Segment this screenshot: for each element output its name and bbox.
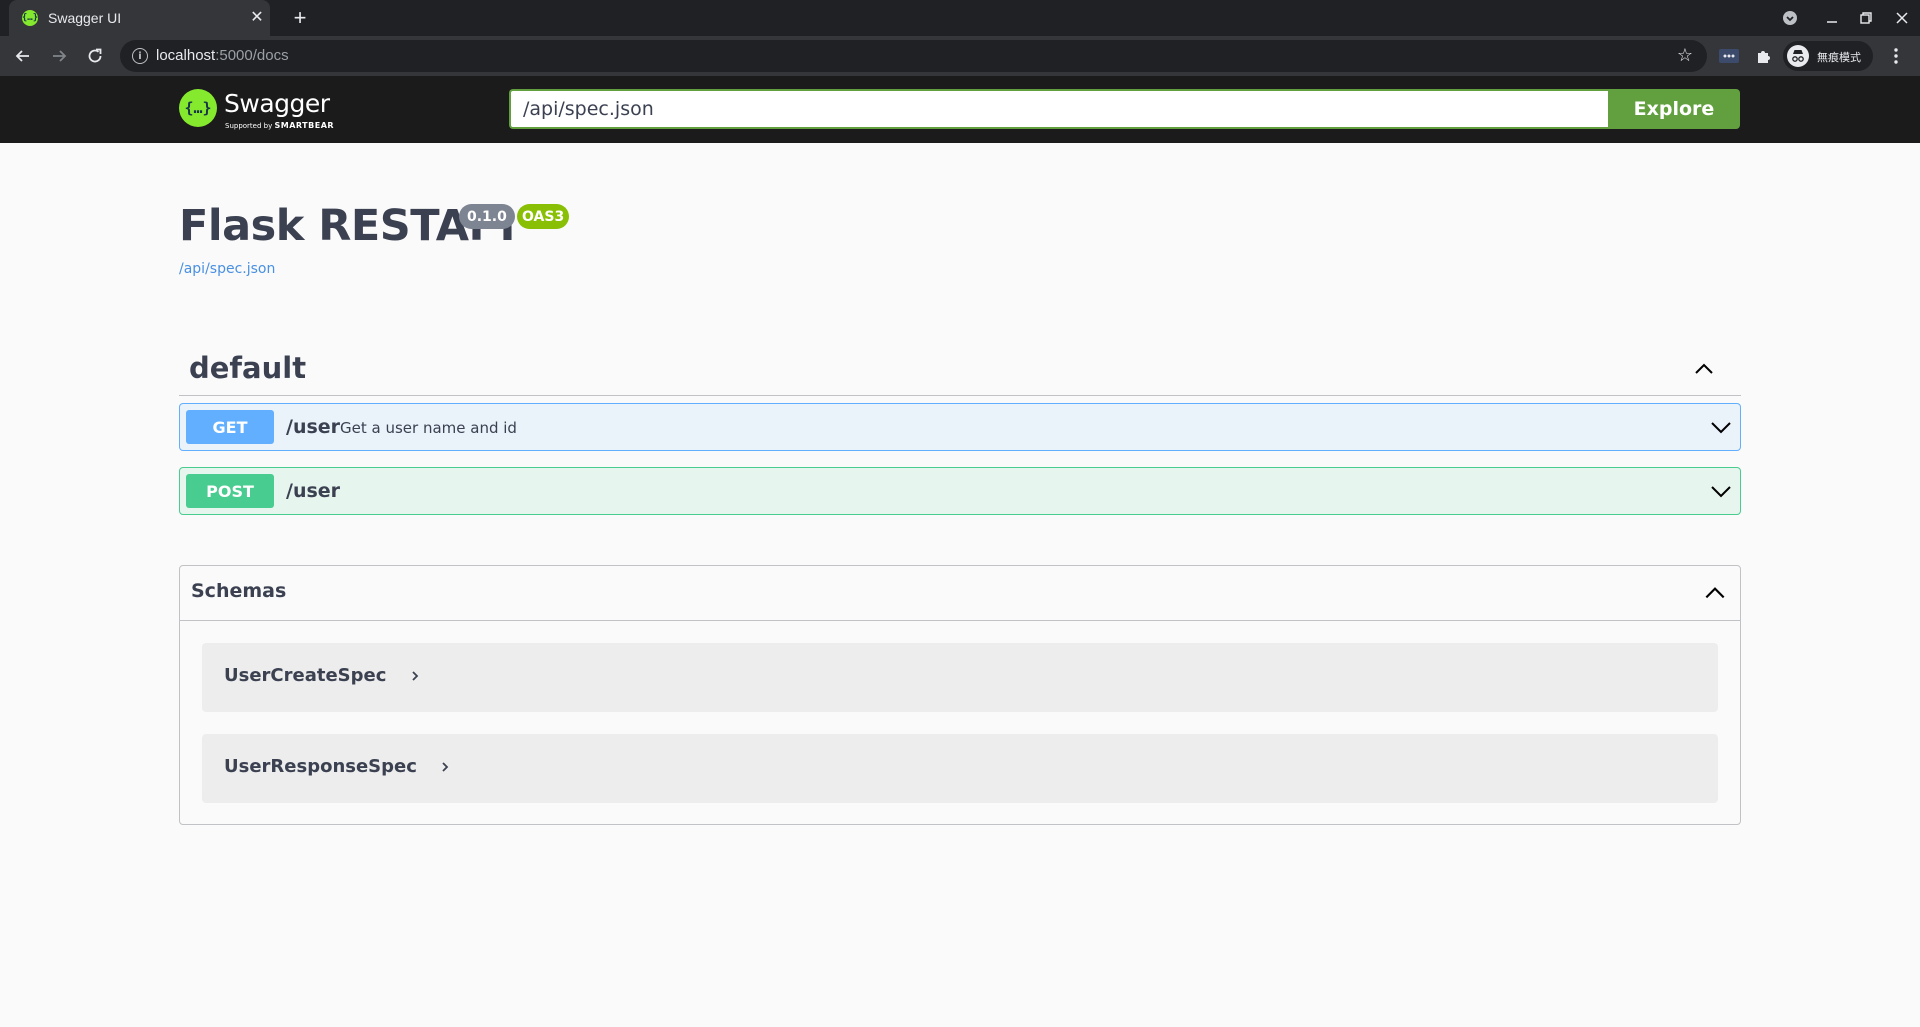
- schemas-title: Schemas: [191, 580, 287, 602]
- operation-get-user[interactable]: GET /user Get a user name and id: [179, 403, 1741, 451]
- method-badge-post: POST: [186, 474, 274, 508]
- restore-icon[interactable]: [1852, 6, 1880, 30]
- address-url: localhost:5000/docs: [156, 47, 289, 64]
- tag-header-default[interactable]: default: [179, 341, 1741, 396]
- back-icon[interactable]: [10, 43, 36, 69]
- browser-tab[interactable]: {…} Swagger UI ✕: [9, 0, 270, 36]
- url-host: localhost: [156, 47, 216, 64]
- tab-title: Swagger UI: [48, 10, 122, 26]
- minimize-icon[interactable]: [1818, 6, 1846, 30]
- schema-name[interactable]: UserCreateSpec: [224, 665, 421, 686]
- logo-sub-prefix: Supported by: [225, 122, 273, 130]
- spec-url-input[interactable]: [509, 89, 1608, 129]
- chevron-up-icon[interactable]: [1692, 357, 1716, 381]
- swagger-logo-name: Swagger: [224, 89, 330, 118]
- logo-sub-brand: SMARTBEAR: [274, 121, 335, 130]
- reload-icon[interactable]: [82, 43, 108, 69]
- swagger-logo[interactable]: {…} Swagger Supported by SMARTBEAR: [179, 88, 339, 132]
- schemas-section: Schemas UserCreateSpec UserResponseSpec: [179, 565, 1741, 825]
- tab-close-icon[interactable]: ✕: [247, 7, 267, 27]
- schema-name-label: UserResponseSpec: [224, 756, 417, 777]
- bookmark-star-icon[interactable]: ☆: [1675, 45, 1695, 65]
- swagger-favicon-icon: {…}: [22, 10, 38, 26]
- chevron-right-icon[interactable]: [439, 761, 451, 773]
- new-tab-icon[interactable]: +: [287, 5, 313, 31]
- incognito-label: 無痕模式: [1817, 51, 1861, 64]
- schemas-header[interactable]: Schemas: [180, 566, 1740, 621]
- spec-link[interactable]: /api/spec.json: [179, 261, 275, 277]
- url-path: :5000/docs: [215, 47, 289, 64]
- chevron-down-icon[interactable]: [1709, 479, 1733, 503]
- tag-name: default: [189, 351, 307, 385]
- extension-dots-icon[interactable]: [1718, 45, 1740, 67]
- swagger-logo-icon: {…}: [179, 89, 217, 127]
- browser-toolbar: i localhost:5000/docs ☆ 無痕模式: [0, 36, 1920, 76]
- tab-search-icon[interactable]: [1776, 6, 1804, 30]
- operation-path: /user: [286, 416, 341, 438]
- chevron-down-icon[interactable]: [1709, 415, 1733, 439]
- incognito-icon: [1787, 45, 1809, 67]
- operation-summary: Get a user name and id: [340, 419, 517, 437]
- schema-name-label: UserCreateSpec: [224, 665, 387, 686]
- incognito-profile-button[interactable]: 無痕模式: [1783, 41, 1873, 71]
- schema-name[interactable]: UserResponseSpec: [224, 756, 451, 777]
- chevron-right-icon[interactable]: [409, 670, 421, 682]
- browser-tabstrip: {…} Swagger UI ✕ +: [0, 0, 1920, 36]
- schema-row[interactable]: UserCreateSpec: [202, 643, 1718, 712]
- forward-icon[interactable]: [46, 43, 72, 69]
- close-window-icon[interactable]: [1888, 6, 1916, 30]
- operation-post-user[interactable]: POST /user: [179, 467, 1741, 515]
- oas-badge: OAS3: [517, 204, 570, 229]
- version-badge: 0.1.0: [459, 204, 515, 229]
- schema-row[interactable]: UserResponseSpec: [202, 734, 1718, 803]
- swagger-topbar: {…} Swagger Supported by SMARTBEAR Explo…: [0, 76, 1920, 143]
- explore-button[interactable]: Explore: [1608, 89, 1740, 129]
- browser-menu-icon[interactable]: [1884, 44, 1908, 68]
- method-badge-get: GET: [186, 410, 274, 444]
- swagger-logo-subtitle: Supported by SMARTBEAR: [225, 121, 334, 130]
- operation-path: /user: [286, 480, 341, 502]
- address-bar[interactable]: i localhost:5000/docs ☆: [120, 40, 1707, 72]
- chevron-up-icon[interactable]: [1702, 580, 1728, 606]
- site-info-icon[interactable]: i: [132, 48, 148, 64]
- extensions-puzzle-icon[interactable]: [1753, 45, 1775, 67]
